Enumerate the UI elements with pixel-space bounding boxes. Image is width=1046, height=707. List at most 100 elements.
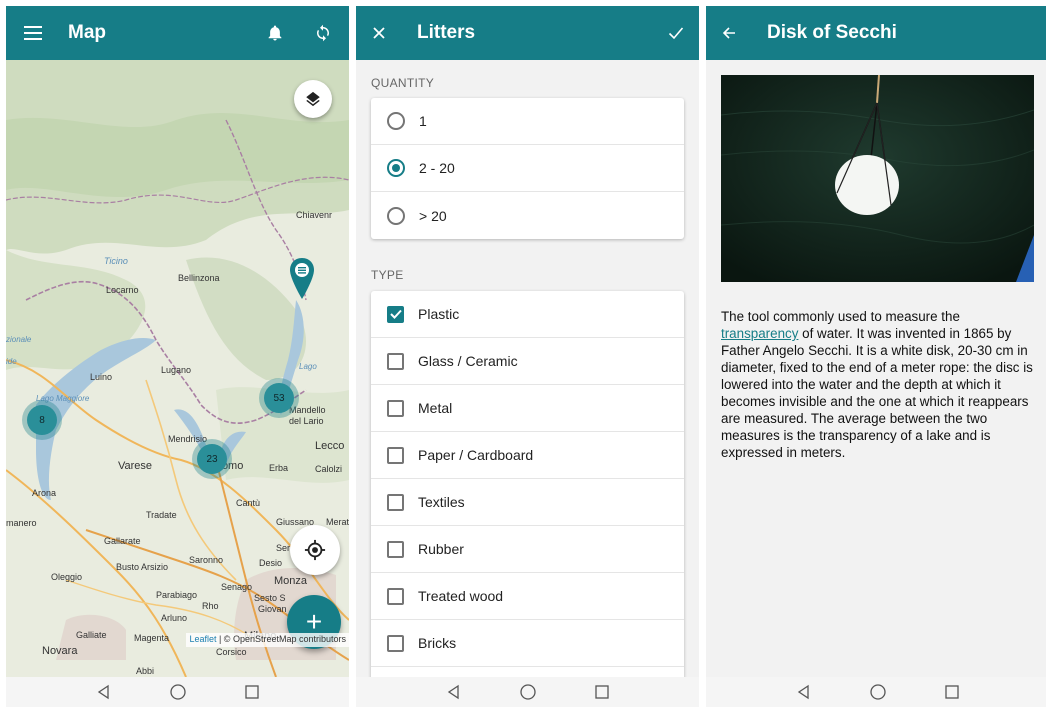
app-bar: Litters <box>356 6 699 60</box>
page-title: Disk of Secchi <box>767 22 897 43</box>
sync-button[interactable] <box>297 6 349 60</box>
page-title: Map <box>68 22 106 43</box>
info-detail-screen: Disk of Secchi The tool commonly used to… <box>706 6 1046 707</box>
option-label: Treated wood <box>418 588 504 604</box>
nav-recents-button[interactable] <box>941 681 963 703</box>
nav-home-icon <box>169 684 186 700</box>
map-pin-marker[interactable] <box>288 257 316 301</box>
layers-button[interactable] <box>294 80 332 118</box>
photo-image <box>721 75 1034 282</box>
radio-button[interactable] <box>387 159 405 177</box>
nav-back-icon <box>97 684 109 700</box>
checkbox[interactable] <box>387 305 404 323</box>
map-label: Rho <box>202 601 219 611</box>
map-label: Monza <box>274 575 308 587</box>
radio-button[interactable] <box>387 206 405 225</box>
marker-cluster[interactable]: 8 <box>22 400 62 440</box>
map-label: Erba <box>269 463 289 473</box>
nav-recents-button[interactable] <box>241 681 263 703</box>
close-icon <box>373 27 385 39</box>
nav-home-button[interactable] <box>867 681 889 703</box>
map-label: Chiavenr <box>296 210 333 220</box>
map-label: Cantù <box>236 498 261 508</box>
nav-back-icon <box>447 684 459 700</box>
map-label: Novara <box>42 645 78 657</box>
checkbox[interactable] <box>387 587 404 605</box>
map-label: Lecco <box>315 440 345 452</box>
type-option[interactable]: Metal <box>371 385 684 432</box>
close-button[interactable] <box>356 6 402 60</box>
type-option[interactable]: Plastic <box>371 291 684 338</box>
type-option[interactable]: Rubber <box>371 526 684 573</box>
map-label: Senago <box>221 582 253 592</box>
check-icon <box>668 27 684 40</box>
map-label: Arluno <box>161 613 188 623</box>
litter-form: QUANTITY 1 2 - 20 > 20 TYPE Plastic Glas… <box>356 60 699 677</box>
marker-cluster[interactable]: 23 <box>192 439 232 479</box>
confirm-button[interactable] <box>653 6 699 60</box>
map-label: Ticino <box>104 256 128 266</box>
transparency-link[interactable]: transparency <box>721 326 798 341</box>
type-option[interactable]: Bricks <box>371 620 684 667</box>
map-label: Merat <box>326 517 349 527</box>
map-label: Lago <box>299 362 317 371</box>
radio-button[interactable] <box>387 112 405 130</box>
map-label: Locarno <box>106 285 139 295</box>
map-label: Gallarate <box>104 536 141 546</box>
checkbox[interactable] <box>387 540 404 558</box>
nav-back-button[interactable] <box>93 681 115 703</box>
nav-back-button[interactable] <box>443 681 465 703</box>
locate-button[interactable] <box>290 525 340 575</box>
type-option[interactable]: Glass / Ceramic <box>371 338 684 385</box>
map-label: Luino <box>90 372 113 382</box>
attribution-text: | © OpenStreetMap contributors <box>216 634 346 644</box>
type-option[interactable]: Treated wood <box>371 573 684 620</box>
checkbox[interactable] <box>387 493 404 511</box>
checkbox[interactable] <box>387 634 404 652</box>
nav-back-button[interactable] <box>793 681 815 703</box>
map-label: Abbi <box>136 666 155 676</box>
option-label: Rubber <box>418 541 464 557</box>
description-text: The tool commonly used to measure the tr… <box>721 308 1039 461</box>
nav-recents-icon <box>594 685 609 699</box>
notifications-button[interactable] <box>253 6 297 60</box>
map-view[interactable]: Chiavenr Ticino Bellinzona Locarno Lugan… <box>6 60 349 677</box>
option-label: 2 - 20 <box>419 160 455 176</box>
description-part: of water. It was invented in 1865 by Fat… <box>721 326 1033 460</box>
map-label: Galliate <box>76 630 107 640</box>
type-option[interactable]: Textiles <box>371 479 684 526</box>
quantity-option[interactable]: 2 - 20 <box>371 145 684 192</box>
leaflet-link[interactable]: Leaflet <box>189 634 216 644</box>
checkbox[interactable] <box>387 399 404 417</box>
type-option[interactable]: Paper / Cardboard <box>371 432 684 479</box>
checkbox[interactable] <box>387 352 404 370</box>
system-nav-bar <box>706 677 1046 707</box>
sync-icon <box>317 24 329 42</box>
map-label: Giovan <box>258 604 287 614</box>
map-label: Desio <box>259 558 283 568</box>
back-button[interactable] <box>706 6 752 60</box>
system-nav-bar <box>356 677 699 707</box>
map-label: manero <box>6 518 37 528</box>
crosshair-icon <box>304 539 326 561</box>
quantity-option[interactable]: > 20 <box>371 192 684 239</box>
nav-recents-button[interactable] <box>591 681 613 703</box>
menu-button[interactable] <box>6 6 60 60</box>
nav-home-icon <box>519 684 536 700</box>
quantity-option[interactable]: 1 <box>371 98 684 145</box>
map-label: Bellinzona <box>178 273 220 283</box>
map-label: Corsico <box>216 647 247 657</box>
checkbox[interactable] <box>387 446 404 464</box>
type-option[interactable] <box>371 667 684 677</box>
nav-home-button[interactable] <box>167 681 189 703</box>
map-label: zionale <box>6 335 32 344</box>
map-label: Lugano <box>161 365 192 375</box>
quantity-section-header: QUANTITY <box>371 76 435 90</box>
pin-icon <box>290 258 314 299</box>
marker-cluster[interactable]: 53 <box>259 378 299 418</box>
nav-home-button[interactable] <box>517 681 539 703</box>
option-label: Glass / Ceramic <box>418 353 518 369</box>
option-label: 1 <box>419 113 427 129</box>
litters-form-screen: Litters QUANTITY 1 2 - 20 > 20 TYPE Plas… <box>356 6 699 707</box>
nav-recents-icon <box>944 685 959 699</box>
